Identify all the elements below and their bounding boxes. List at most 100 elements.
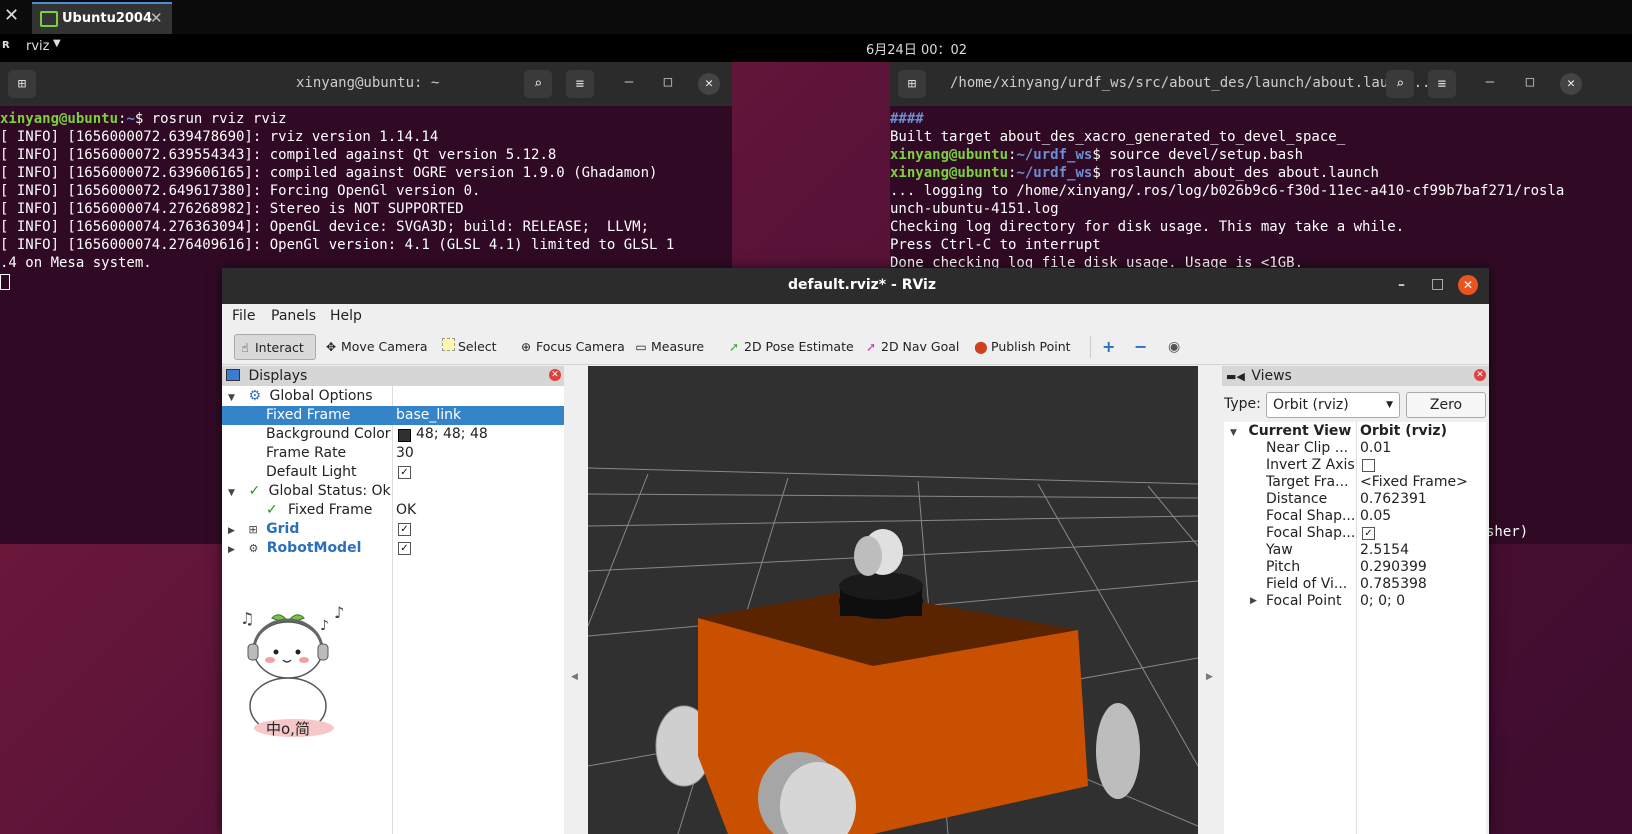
- property-label: Default Light: [266, 464, 357, 480]
- svg-text:♪: ♪: [334, 603, 344, 622]
- menu-panels[interactable]: Panels: [271, 308, 316, 324]
- host-tab-ubuntu[interactable]: Ubuntu2004 ✕: [32, 2, 172, 34]
- minimize-icon[interactable]: –: [1398, 277, 1405, 293]
- hamburger-menu-icon[interactable]: ≡: [1428, 70, 1456, 98]
- panel-close-icon[interactable]: ✕: [549, 369, 561, 381]
- host-tab-bar: ✕ Ubuntu2004 ✕: [0, 0, 1632, 34]
- host-close-icon[interactable]: ✕: [4, 5, 19, 26]
- menu-file[interactable]: File: [232, 308, 255, 324]
- maximize-icon[interactable]: □: [1520, 74, 1540, 90]
- property-value: OK: [396, 502, 417, 518]
- left-splitter[interactable]: ◀: [564, 366, 588, 834]
- terminal-output-line: [ INFO] [1656000074.276409616]: OpenGl v…: [0, 237, 675, 253]
- grid-icon: ⊞: [248, 523, 258, 536]
- grid-enable-checkbox[interactable]: ✓: [398, 523, 411, 536]
- panel-close-icon[interactable]: ✕: [1474, 369, 1486, 381]
- clock[interactable]: 6月24日 00：02: [866, 39, 967, 58]
- tree-row-background-color[interactable]: Background Color 48; 48; 48: [222, 425, 564, 444]
- tool-focus-camera[interactable]: ⊕ Focus Camera: [519, 334, 625, 360]
- remove-tool-icon[interactable]: −: [1134, 334, 1147, 360]
- property-label: Focal Shap...: [1266, 525, 1356, 541]
- terminal-cursor: [0, 274, 10, 290]
- ruler-icon: ▭: [635, 340, 647, 354]
- tree-row-field-of-view[interactable]: Field of Vi... 0.785398: [1224, 576, 1486, 593]
- expand-right-icon: ▶: [1250, 596, 1257, 606]
- terminal-output-line: [ INFO] [1656000072.639606165]: compiled…: [0, 165, 658, 181]
- property-label: Pitch: [1266, 559, 1301, 575]
- tool-measure[interactable]: ▭ Measure: [634, 334, 704, 360]
- collapse-left-icon[interactable]: ◀: [571, 672, 578, 682]
- mascot-sticker: ♫ ♪ ♪: [240, 603, 344, 737]
- tree-row-yaw[interactable]: Yaw 2.5154: [1224, 542, 1486, 559]
- tree-row-invert-z[interactable]: Invert Z Axis: [1224, 457, 1486, 474]
- property-value: 48; 48; 48: [416, 426, 488, 442]
- tree-row-frame-rate[interactable]: Frame Rate 30: [222, 444, 564, 463]
- close-icon[interactable]: ✕: [1458, 275, 1478, 295]
- tree-row-default-light[interactable]: Default Light ✓: [222, 463, 564, 482]
- focal-shape-checkbox[interactable]: ✓: [1362, 527, 1375, 540]
- tool-label: Move Camera: [341, 339, 428, 354]
- app-menu[interactable]: rviz: [26, 39, 49, 54]
- property-label: Fixed Frame: [288, 502, 373, 518]
- zero-button[interactable]: Zero: [1406, 392, 1486, 418]
- maximize-icon[interactable]: □: [658, 74, 678, 90]
- right-splitter[interactable]: ▶: [1198, 366, 1222, 834]
- tool-label: Interact: [255, 340, 304, 355]
- tool-publish-point[interactable]: ⬤ Publish Point: [974, 334, 1071, 360]
- tree-row-fixed-frame[interactable]: Fixed Frame base_link: [222, 406, 564, 425]
- host-tab-label: Ubuntu2004: [62, 11, 153, 26]
- search-icon[interactable]: ⌕: [524, 70, 552, 98]
- tree-row-near-clip[interactable]: Near Clip ... 0.01: [1224, 440, 1486, 457]
- maximize-icon[interactable]: □: [1431, 276, 1444, 292]
- invert-z-checkbox[interactable]: [1362, 459, 1375, 472]
- default-light-checkbox[interactable]: ✓: [398, 466, 411, 479]
- close-icon[interactable]: ✕: [698, 73, 720, 95]
- tool-2d-nav-goal[interactable]: ➚ 2D Nav Goal: [864, 334, 959, 360]
- tool-move-camera[interactable]: ✥ Move Camera: [324, 334, 428, 360]
- tree-row-global-options[interactable]: ▼ ⚙ Global Options: [222, 387, 564, 406]
- view-type-select[interactable]: Orbit (rviz) ▼: [1266, 392, 1400, 418]
- eye-icon[interactable]: ◉: [1168, 334, 1180, 360]
- menu-help[interactable]: Help: [330, 308, 362, 324]
- tree-row-focal-shape-fixed[interactable]: Focal Shap... ✓: [1224, 525, 1486, 542]
- terminal-output-line: ... logging to /home/xinyang/.ros/log/b0…: [890, 183, 1565, 199]
- tree-row-focal-point[interactable]: ▶ Focal Point 0; 0; 0: [1224, 593, 1486, 610]
- tree-row-distance[interactable]: Distance 0.762391: [1224, 491, 1486, 508]
- tree-row-grid[interactable]: ▶ ⊞ Grid ✓: [222, 520, 564, 539]
- robot-enable-checkbox[interactable]: ✓: [398, 542, 411, 555]
- host-tab-close-icon[interactable]: ✕: [150, 9, 163, 27]
- tool-2d-pose-estimate[interactable]: ➚ 2D Pose Estimate: [727, 334, 854, 360]
- new-tab-icon[interactable]: ⊞: [8, 70, 36, 98]
- tree-row-global-status[interactable]: ▼ ✓ Global Status: Ok: [222, 482, 564, 501]
- close-icon[interactable]: ✕: [1560, 73, 1582, 95]
- tool-interact[interactable]: ☝ Interact: [234, 334, 316, 360]
- add-tool-icon[interactable]: +: [1102, 334, 1115, 360]
- tree-row-target-frame[interactable]: Target Fra... <Fixed Frame>: [1224, 474, 1486, 491]
- svg-text:♫: ♫: [240, 609, 254, 628]
- tool-label: Focus Camera: [536, 339, 625, 354]
- tool-select[interactable]: Select: [442, 334, 497, 360]
- tree-row-focal-shape-size[interactable]: Focal Shap... 0.05: [1224, 508, 1486, 525]
- tree-row-current-view[interactable]: ▼ Current View Orbit (rviz): [1224, 423, 1486, 440]
- search-icon[interactable]: ⌕: [1386, 70, 1414, 98]
- property-value: 0.05: [1360, 508, 1392, 524]
- property-value: 0.762391: [1360, 491, 1427, 507]
- tool-label: Publish Point: [991, 339, 1071, 354]
- render-viewport[interactable]: [588, 366, 1198, 834]
- terminal-output-line: [ INFO] [1656000074.276363094]: OpenGL d…: [0, 219, 650, 235]
- new-tab-icon[interactable]: ⊞: [898, 70, 926, 98]
- terminal-output-fragment: sher): [1486, 524, 1529, 540]
- tree-row-pitch[interactable]: Pitch 0.290399: [1224, 559, 1486, 576]
- collapse-right-icon[interactable]: ▶: [1206, 672, 1213, 682]
- hamburger-menu-icon[interactable]: ≡: [566, 70, 594, 98]
- robot-model: [655, 529, 1140, 834]
- tree-row-status-fixed-frame[interactable]: ✓ Fixed Frame OK: [222, 501, 564, 520]
- chevron-down-icon: ▼: [53, 38, 61, 49]
- minimize-icon[interactable]: –: [619, 74, 639, 90]
- gear-icon: ⚙: [248, 388, 262, 404]
- minimize-icon[interactable]: –: [1480, 74, 1500, 90]
- terminal-left-header: ⊞ xinyang@ubuntu: ~ ⌕ ≡ – □ ✕: [0, 62, 732, 106]
- property-value: 0; 0; 0: [1360, 593, 1406, 609]
- tree-row-robot-model[interactable]: ▶ ⚙ RobotModel ✓: [222, 539, 564, 558]
- displays-title: Displays: [248, 368, 308, 384]
